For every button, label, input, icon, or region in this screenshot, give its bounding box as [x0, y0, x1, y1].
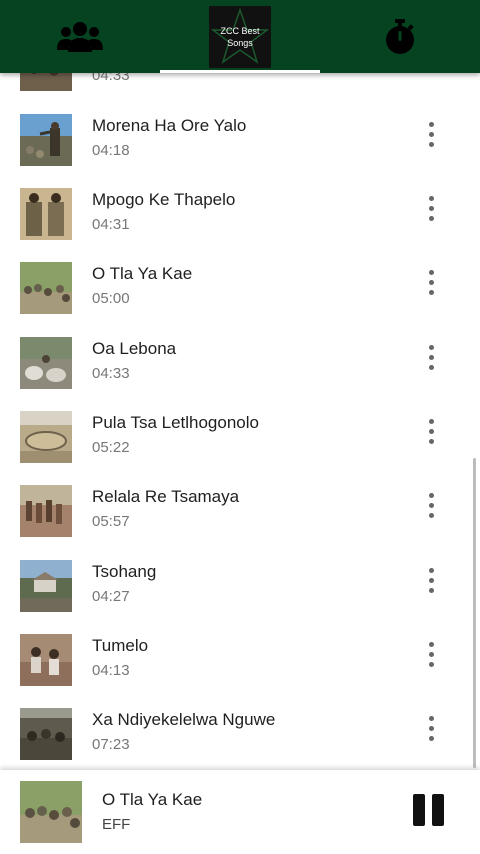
- more-options-icon[interactable]: [422, 566, 442, 596]
- song-title: Xa Ndiyekelelwa Nguwe: [92, 710, 276, 729]
- song-thumbnail: [20, 634, 72, 686]
- song-title: Morena Ha Ore Yalo: [92, 116, 247, 135]
- song-row[interactable]: O Tla Ya Kae 05:00: [0, 262, 480, 336]
- song-thumbnail: [20, 337, 72, 389]
- more-options-icon[interactable]: [422, 194, 442, 224]
- song-row[interactable]: Tsohang 04:27: [0, 560, 480, 634]
- song-title: O Tla Ya Kae: [92, 264, 193, 283]
- more-options-icon[interactable]: [422, 640, 442, 670]
- app-bar: ZCC Best Songs: [0, 0, 480, 73]
- more-options-icon[interactable]: [422, 491, 442, 521]
- song-row[interactable]: Mpogo Ke Thapelo 04:31: [0, 188, 480, 262]
- song-duration: 05:00: [92, 290, 130, 307]
- song-duration: 04:31: [92, 216, 130, 233]
- more-options-icon[interactable]: [422, 714, 442, 744]
- song-duration: 05:22: [92, 439, 130, 456]
- song-thumbnail: [20, 114, 72, 166]
- selected-tab-indicator: [160, 70, 320, 73]
- now-playing-bar[interactable]: O Tla Ya Kae EFF: [0, 770, 480, 854]
- now-playing-title: O Tla Ya Kae: [102, 790, 203, 809]
- tab-songs[interactable]: ZCC Best Songs: [160, 0, 320, 73]
- now-playing-thumbnail: [20, 781, 82, 843]
- logo-line-1: ZCC Best: [220, 25, 260, 36]
- now-playing-artist: EFF: [102, 816, 131, 833]
- song-thumbnail: [20, 560, 72, 612]
- more-options-icon[interactable]: [422, 417, 442, 447]
- more-options-icon[interactable]: [422, 343, 442, 373]
- scrollbar[interactable]: [473, 458, 476, 768]
- song-thumbnail: [20, 708, 72, 760]
- tab-timer[interactable]: [320, 0, 480, 73]
- song-title: Relala Re Tsamaya: [92, 487, 240, 506]
- song-row[interactable]: Pula Tsa Letlhogonolo 05:22: [0, 411, 480, 485]
- song-row[interactable]: Morena Ha Ore Yalo 04:18: [0, 114, 480, 188]
- logo-line-2: Songs: [227, 37, 253, 48]
- song-duration: 07:23: [92, 736, 130, 753]
- song-thumbnail: [20, 188, 72, 240]
- song-duration: 05:57: [92, 513, 130, 530]
- song-duration: 04:33: [92, 365, 130, 382]
- group-icon: [57, 21, 103, 52]
- tab-artists[interactable]: [0, 0, 160, 73]
- song-title: Pula Tsa Letlhogonolo: [92, 413, 259, 432]
- song-thumbnail: [20, 485, 72, 537]
- song-row[interactable]: Oa Lebona 04:33: [0, 337, 480, 411]
- stopwatch-icon: [386, 18, 414, 54]
- song-title: Tumelo: [92, 636, 149, 655]
- song-title: Oa Lebona: [92, 339, 177, 358]
- song-title: Tsohang: [92, 562, 157, 581]
- song-thumbnail: [20, 262, 72, 314]
- app-logo: ZCC Best Songs: [209, 5, 271, 68]
- song-title: Mpogo Ke Thapelo: [92, 190, 236, 209]
- song-duration: 04:13: [92, 662, 130, 679]
- more-options-icon[interactable]: [422, 120, 442, 150]
- song-row[interactable]: Tumelo 04:13: [0, 634, 480, 708]
- song-duration: 04:18: [92, 142, 130, 159]
- pause-icon[interactable]: [413, 794, 445, 826]
- song-thumbnail: [20, 411, 72, 463]
- more-options-icon[interactable]: [422, 268, 442, 298]
- song-row[interactable]: Relala Re Tsamaya 05:57: [0, 485, 480, 559]
- song-duration: 04:27: [92, 588, 130, 605]
